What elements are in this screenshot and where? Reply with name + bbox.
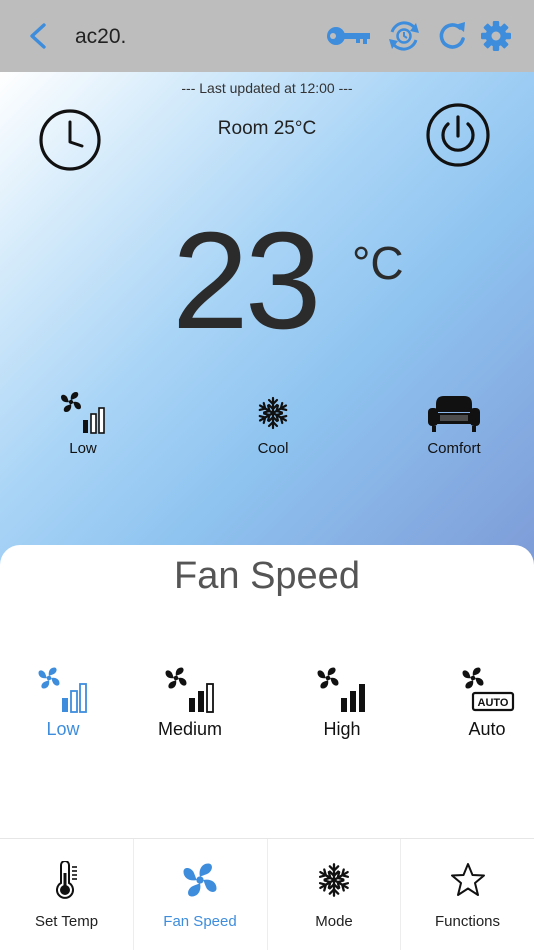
key-icon[interactable] bbox=[324, 20, 372, 52]
fan-speed-sheet: Fan Speed Low Medium High AUTO Auto bbox=[0, 545, 534, 840]
sofa-icon bbox=[428, 396, 480, 432]
tab-label: Mode bbox=[315, 913, 353, 930]
tab-mode[interactable]: Mode bbox=[267, 839, 400, 950]
fan-option-high[interactable]: High bbox=[282, 665, 402, 740]
sync-icon[interactable] bbox=[386, 20, 422, 52]
tab-set-temp[interactable]: Set Temp bbox=[0, 839, 133, 950]
back-chevron-icon[interactable] bbox=[26, 22, 50, 50]
fan-option-auto[interactable]: AUTO Auto bbox=[427, 665, 534, 740]
tab-functions[interactable]: Functions bbox=[400, 839, 534, 950]
current-fan-speed: Low bbox=[28, 390, 138, 457]
refresh-icon[interactable] bbox=[437, 20, 469, 52]
bottom-navigation: Set Temp Fan Speed Mode Functions bbox=[0, 838, 534, 950]
fan-option-label: Medium bbox=[157, 719, 223, 739]
tab-label: Set Temp bbox=[34, 913, 99, 930]
gear-icon[interactable] bbox=[480, 20, 512, 52]
fan-option-label: Auto bbox=[468, 719, 506, 739]
set-temperature-value: 23 bbox=[172, 204, 321, 358]
fan-speed-low-icon bbox=[61, 392, 105, 434]
fan-option-medium[interactable]: Medium bbox=[130, 665, 250, 740]
star-icon bbox=[450, 863, 485, 896]
auto-badge-text: AUTO bbox=[478, 697, 509, 709]
current-mode: Cool bbox=[218, 390, 328, 457]
fan-speed-medium-icon bbox=[165, 667, 214, 713]
mode-label: Cool bbox=[257, 440, 289, 457]
power-icon[interactable] bbox=[425, 102, 491, 168]
thermometer-icon bbox=[55, 861, 77, 899]
fan-speed-high-icon bbox=[317, 667, 365, 712]
snowflake-icon bbox=[250, 390, 296, 436]
status-panel: --- Last updated at 12:00 --- Room 25°C … bbox=[0, 72, 534, 572]
fan-option-label: Low bbox=[46, 719, 80, 739]
last-updated-text: --- Last updated at 12:00 --- bbox=[181, 80, 353, 96]
tab-fan-speed[interactable]: Fan Speed bbox=[133, 839, 266, 950]
device-title: ac20. bbox=[75, 25, 127, 48]
fan-icon bbox=[183, 863, 217, 897]
sheet-title: Fan Speed bbox=[174, 555, 360, 597]
current-preset: Comfort bbox=[399, 390, 509, 457]
preset-label: Comfort bbox=[427, 440, 481, 457]
snowflake-icon bbox=[315, 861, 353, 899]
tab-label: Functions bbox=[434, 913, 501, 930]
fan-speed-auto-icon: AUTO bbox=[462, 667, 515, 712]
fan-speed-label: Low bbox=[69, 440, 97, 457]
fan-speed-low-icon bbox=[38, 667, 87, 713]
tab-label: Fan Speed bbox=[163, 913, 237, 930]
fan-option-low[interactable]: Low bbox=[3, 665, 123, 740]
temperature-unit: °C bbox=[352, 237, 404, 289]
top-app-bar: ac20. bbox=[0, 0, 534, 72]
fan-option-label: High bbox=[323, 719, 361, 739]
